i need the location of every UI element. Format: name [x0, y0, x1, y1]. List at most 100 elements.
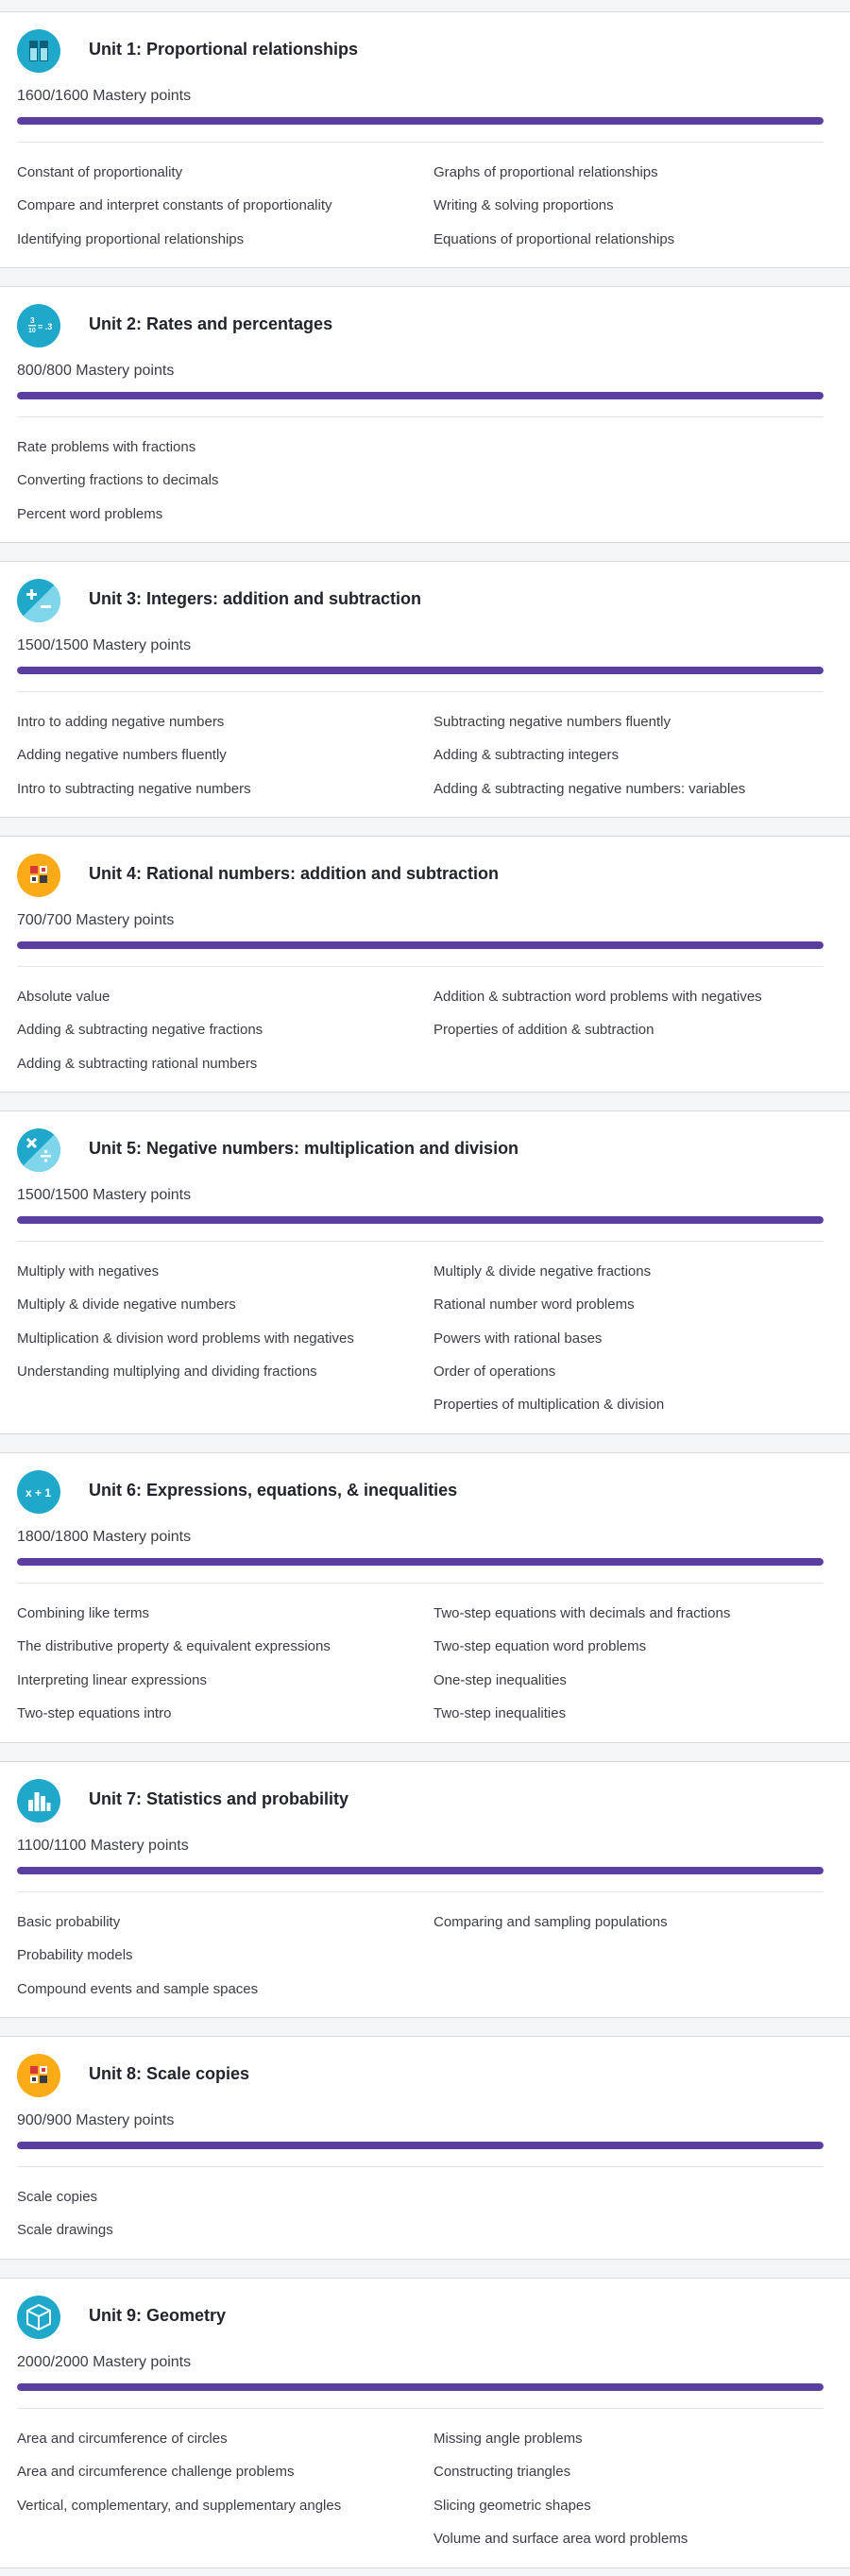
lesson-link[interactable]: The distributive property & equivalent e… — [17, 1638, 331, 1654]
lesson-link[interactable]: Compound events and sample spaces — [17, 1981, 258, 1997]
divider — [17, 2408, 824, 2409]
lesson-link[interactable]: Basic probability — [17, 1914, 120, 1930]
progress-fill — [17, 392, 824, 399]
lesson-link[interactable]: Comparing and sampling populations — [434, 1914, 668, 1930]
divider — [17, 2166, 824, 2167]
fraction-icon: 3 10 = .3 — [17, 304, 60, 347]
unit-card: Unit 4: Rational numbers: addition and s… — [0, 836, 850, 1093]
lesson-link[interactable]: Multiply with negatives — [17, 1263, 159, 1280]
mastery-points: 1800/1800 Mastery points — [17, 1529, 192, 1545]
unit-title-link[interactable]: Unit 3: Integers: addition and subtracti… — [89, 589, 421, 609]
lesson-link[interactable]: Order of operations — [434, 1364, 555, 1380]
lesson-link[interactable]: Properties of multiplication & division — [434, 1397, 664, 1413]
svg-text:3: 3 — [30, 316, 35, 325]
lesson-link[interactable]: Interpreting linear expressions — [17, 1672, 207, 1688]
cube-icon — [17, 2296, 60, 2339]
mastery-progress-bar — [17, 1558, 824, 1566]
lesson-link[interactable]: Scale drawings — [17, 2222, 113, 2238]
unit-title-link[interactable]: Unit 2: Rates and percentages — [89, 314, 332, 334]
lesson-link[interactable]: Powers with rational bases — [434, 1330, 602, 1347]
lesson-link[interactable]: Missing angle problems — [434, 2431, 583, 2447]
lesson-link[interactable]: Subtracting negative numbers fluently — [434, 714, 671, 730]
divider — [17, 416, 824, 417]
lesson-link[interactable]: Compare and interpret constants of propo… — [17, 197, 332, 213]
unit-header: Unit 3: Integers: addition and subtracti… — [17, 579, 829, 622]
lesson-link[interactable]: Equations of proportional relationships — [434, 231, 674, 247]
lesson-link[interactable]: Graphs of proportional relationships — [434, 164, 658, 180]
divider — [17, 1241, 824, 1242]
unit-title-link[interactable]: Unit 5: Negative numbers: multiplication… — [89, 1139, 518, 1159]
lesson-link[interactable]: Rate problems with fractions — [17, 439, 196, 455]
lesson-link[interactable]: Two-step inequalities — [434, 1705, 566, 1721]
lesson-link[interactable]: Area and circumference challenge problem… — [17, 2464, 295, 2480]
lesson-link[interactable]: Adding & subtracting integers — [434, 747, 619, 763]
lesson-link[interactable]: Constant of proportionality — [17, 164, 182, 180]
lesson-link[interactable]: Constructing triangles — [434, 2464, 570, 2480]
lesson-link[interactable]: Vertical, complementary, and supplementa… — [17, 2498, 341, 2514]
lesson-link[interactable]: Adding & subtracting negative fractions — [17, 1022, 263, 1038]
mastery-progress-bar — [17, 392, 824, 399]
lesson-link[interactable]: Writing & solving proportions — [434, 197, 614, 213]
lesson-link[interactable]: One-step inequalities — [434, 1672, 567, 1688]
lesson-link[interactable]: Intro to adding negative numbers — [17, 714, 224, 730]
lesson-link[interactable]: Scale copies — [17, 2189, 97, 2205]
divider — [17, 142, 824, 143]
progress-fill — [17, 1867, 824, 1874]
lesson-link[interactable]: Converting fractions to decimals — [17, 472, 218, 488]
lesson-link[interactable]: Probability models — [17, 1947, 133, 1963]
divider — [17, 966, 824, 967]
unit-header: 3 10 = .3 Unit 2: Rates and percentages — [17, 304, 829, 347]
lesson-link[interactable]: Percent word problems — [17, 506, 162, 522]
unit-title-link[interactable]: Unit 6: Expressions, equations, & inequa… — [89, 1481, 457, 1500]
lesson-link[interactable]: Properties of addition & subtraction — [434, 1022, 654, 1038]
unit-list: Unit 1: Proportional relationships 1600/… — [0, 0, 850, 2576]
mastery-points: 2000/2000 Mastery points — [17, 2354, 192, 2370]
lesson-link[interactable]: Volume and surface area word problems — [434, 2531, 688, 2547]
svg-text:x + 1: x + 1 — [26, 1486, 51, 1500]
lesson-link[interactable]: Multiplication & division word problems … — [17, 1330, 354, 1347]
unit-header: Unit 9: Geometry — [17, 2296, 829, 2339]
unit-header: Unit 1: Proportional relationships — [17, 29, 829, 73]
unit-header: Unit 8: Scale copies — [17, 2054, 829, 2097]
lesson-link[interactable]: Addition & subtraction word problems wit… — [434, 989, 762, 1005]
unit-card: Unit 7: Statistics and probability 1100/… — [0, 1761, 850, 2018]
unit-header: Unit 7: Statistics and probability — [17, 1779, 829, 1822]
bar-chart-icon — [17, 1779, 60, 1822]
progress-fill — [17, 1558, 824, 1566]
mastery-points: 1500/1500 Mastery points — [17, 1187, 192, 1203]
lesson-link[interactable]: Multiply & divide negative fractions — [434, 1263, 651, 1280]
lesson-link[interactable]: Adding negative numbers fluently — [17, 747, 227, 763]
lesson-link[interactable]: Absolute value — [17, 989, 110, 1005]
unit-title-link[interactable]: Unit 8: Scale copies — [89, 2064, 249, 2084]
lesson-link[interactable]: Two-step equations intro — [17, 1705, 171, 1721]
unit-title-link[interactable]: Unit 7: Statistics and probability — [89, 1789, 348, 1809]
lesson-link[interactable]: Two-step equations with decimals and fra… — [434, 1605, 730, 1621]
mastery-points: 700/700 Mastery points — [17, 912, 175, 928]
svg-text:10: 10 — [28, 328, 36, 334]
divider — [17, 1583, 824, 1584]
plus-minus-icon — [17, 579, 60, 622]
mastery-points: 1600/1600 Mastery points — [17, 88, 192, 104]
lesson-link[interactable]: Rational number word problems — [434, 1296, 635, 1313]
unit-title-link[interactable]: Unit 1: Proportional relationships — [89, 40, 358, 59]
progress-fill — [17, 667, 824, 674]
lesson-link[interactable]: Identifying proportional relationships — [17, 231, 244, 247]
lesson-link[interactable]: Combining like terms — [17, 1605, 149, 1621]
unit-title-link[interactable]: Unit 9: Geometry — [89, 2306, 226, 2326]
divider — [17, 691, 824, 692]
mastery-progress-bar — [17, 117, 824, 125]
lesson-link[interactable]: Multiply & divide negative numbers — [17, 1296, 236, 1313]
unit-title-link[interactable]: Unit 4: Rational numbers: addition and s… — [89, 864, 499, 884]
lesson-link[interactable]: Understanding multiplying and dividing f… — [17, 1364, 317, 1380]
lesson-link[interactable]: Two-step equation word problems — [434, 1638, 646, 1654]
unit-header: x + 1 Unit 6: Expressions, equations, & … — [17, 1470, 829, 1514]
lesson-link[interactable]: Area and circumference of circles — [17, 2431, 228, 2447]
unit-card: Unit 1: Proportional relationships 1600/… — [0, 11, 850, 268]
lesson-link[interactable]: Adding & subtracting rational numbers — [17, 1056, 257, 1072]
lesson-link[interactable]: Slicing geometric shapes — [434, 2498, 591, 2514]
mastery-progress-bar — [17, 1867, 824, 1874]
lesson-link[interactable]: Intro to subtracting negative numbers — [17, 781, 251, 797]
unit-card: Unit 8: Scale copies 900/900 Mastery poi… — [0, 2036, 850, 2260]
lesson-link[interactable]: Adding & subtracting negative numbers: v… — [434, 781, 745, 797]
blocks-icon — [17, 2054, 60, 2097]
